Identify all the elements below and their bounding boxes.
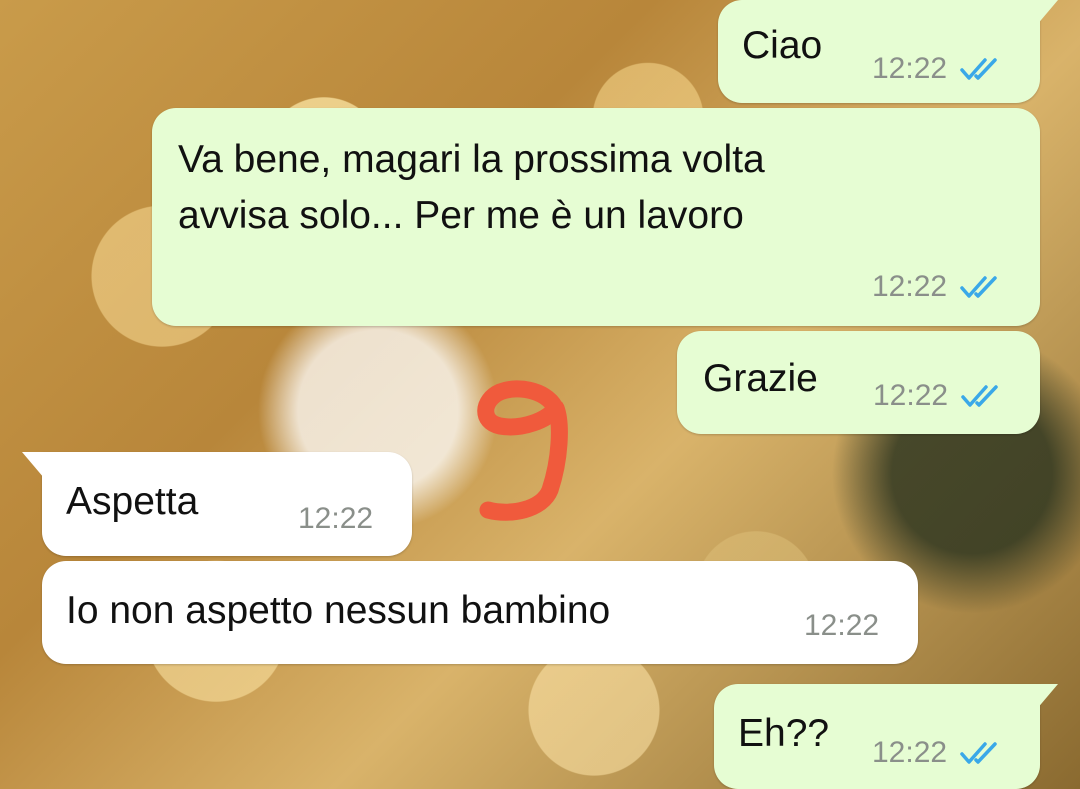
message-time: 12:22: [804, 609, 880, 642]
message-bubble-incoming[interactable]: Aspetta 12:22: [22, 452, 412, 556]
bubble-tail: [22, 452, 44, 478]
message-bubble-outgoing[interactable]: Grazie 12:22: [677, 331, 1040, 434]
message-time: 12:22: [872, 52, 948, 85]
read-double-tick-icon: [961, 385, 998, 407]
bubble-tail: [1036, 0, 1058, 26]
message-meta: 12:22: [873, 379, 1002, 413]
message-bubble-outgoing[interactable]: Ciao 12:22: [718, 0, 1058, 103]
hand-drawn-annotation: [470, 370, 590, 535]
bubble-tail: [1036, 684, 1058, 710]
message-text: Grazie: [703, 357, 818, 400]
message-text: Aspetta: [66, 480, 199, 523]
message-meta: 12:22: [872, 52, 1001, 86]
message-text: Ciao: [742, 24, 823, 67]
message-text: Va bene, magari la prossima volta avvisa…: [178, 138, 765, 237]
message-meta: 12:22: [872, 270, 1001, 304]
message-meta: 12:22: [298, 502, 373, 536]
message-text: Io non aspetto nessun bambino: [66, 589, 611, 632]
message-time: 12:22: [298, 502, 374, 535]
message-time: 12:22: [873, 379, 949, 412]
message-meta: 12:22: [804, 609, 879, 643]
message-time: 12:22: [872, 736, 948, 769]
message-time: 12:22: [872, 270, 948, 303]
message-meta: 12:22: [872, 736, 1001, 770]
message-bubble-outgoing[interactable]: Eh?? 12:22: [714, 684, 1058, 789]
read-double-tick-icon: [960, 276, 997, 298]
message-text: Eh??: [738, 712, 830, 755]
hand-drawn-nine-icon: [477, 380, 568, 521]
read-double-tick-icon: [960, 58, 997, 80]
read-double-tick-icon: [960, 742, 997, 764]
message-bubble-incoming[interactable]: Io non aspetto nessun bambino 12:22: [42, 561, 918, 664]
message-bubble-outgoing[interactable]: Va bene, magari la prossima volta avvisa…: [152, 108, 1040, 326]
